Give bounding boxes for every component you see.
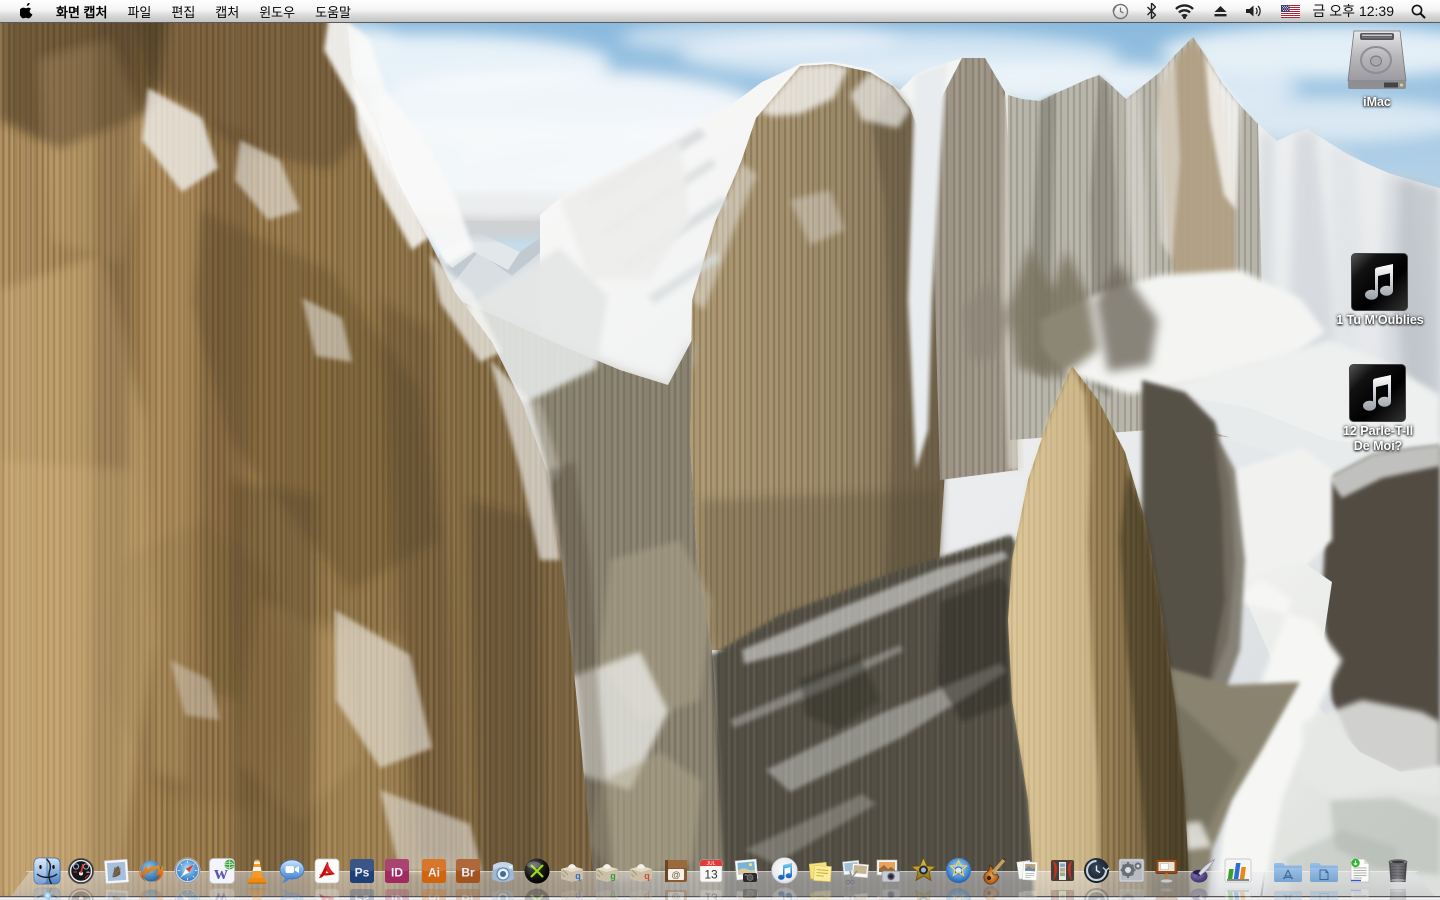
svg-text:JUL: JUL: [707, 861, 716, 867]
svg-text:Br: Br: [461, 866, 475, 880]
svg-text:q: q: [644, 891, 650, 900]
svg-text:Ai: Ai: [428, 893, 440, 900]
svg-text:ID: ID: [391, 893, 403, 900]
svg-text:13: 13: [704, 868, 718, 882]
svg-text:Ps: Ps: [355, 893, 370, 900]
svg-text:w: w: [214, 888, 228, 900]
svg-text:g: g: [610, 871, 616, 881]
svg-text:Br: Br: [461, 893, 475, 900]
svg-text:q: q: [575, 871, 581, 881]
svg-text:ID: ID: [391, 866, 403, 880]
svg-text:@: @: [671, 870, 680, 880]
svg-text:q: q: [644, 871, 650, 881]
svg-text:Ps: Ps: [355, 866, 370, 880]
svg-text:Ai: Ai: [428, 866, 440, 880]
svg-text:@: @: [671, 892, 680, 900]
svg-text:g: g: [610, 891, 616, 900]
svg-text:13: 13: [704, 891, 718, 900]
svg-text:q: q: [575, 891, 581, 900]
